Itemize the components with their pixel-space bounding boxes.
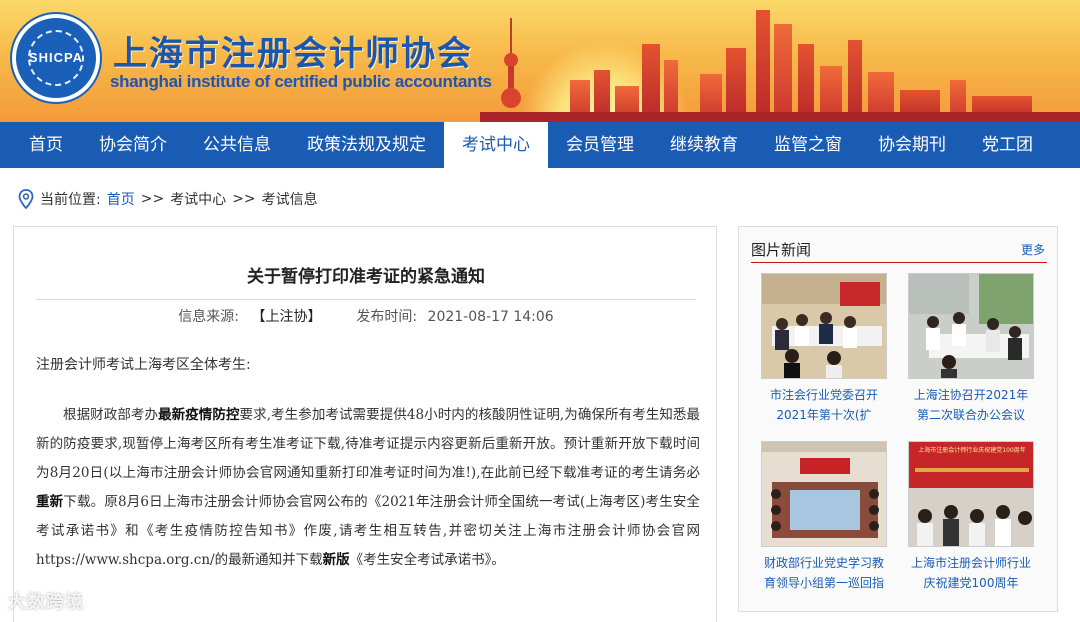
photo-banner-text: 上海市注册会计师行业庆祝建党100周年 bbox=[918, 447, 1026, 454]
nav-policy[interactable]: 政策法规及规定 bbox=[289, 122, 444, 168]
nav-membership[interactable]: 会员管理 bbox=[548, 122, 652, 168]
shicpa-logo[interactable]: SHICPA bbox=[12, 14, 100, 102]
article-meta: 信息来源: 【上注协】 发布时间: 2021-08-17 14:06 bbox=[14, 306, 716, 326]
site-subtitle: shanghai institute of certified public a… bbox=[110, 72, 492, 91]
news-card-1[interactable]: 市注会行业党委召开2021年第十次(扩 bbox=[761, 273, 889, 425]
breadcrumb-exam-center[interactable]: 考试中心 bbox=[170, 189, 226, 209]
news-caption-2[interactable]: 上海注协召开2021年第二次联合办公会议 bbox=[908, 385, 1034, 425]
nav-home[interactable]: 首页 bbox=[11, 122, 81, 168]
news-card-4[interactable]: 上海市注册会计师行业庆祝建党100周年 上海市注册会计师行业庆祝建党100周年 bbox=[908, 441, 1036, 593]
meeting-photo-image bbox=[909, 274, 1033, 378]
body-bold-3: 新版 bbox=[322, 552, 350, 568]
nav-supervision[interactable]: 监管之窗 bbox=[756, 122, 860, 168]
article-panel: 关于暂停打印准考证的紧急通知 信息来源: 【上注协】 发布时间: 2021-08… bbox=[13, 226, 717, 622]
logo-text: SHICPA bbox=[28, 50, 84, 65]
breadcrumb-home-link[interactable]: 首页 bbox=[107, 189, 135, 209]
site-title: 上海市注册会计师协会 bbox=[113, 34, 473, 74]
body-text-4: 《考生安全考试承诺书》。 bbox=[349, 552, 505, 568]
meeting-photo-image bbox=[762, 442, 886, 546]
news-card-3[interactable]: 财政部行业党史学习教育领导小组第一巡回指 bbox=[761, 441, 889, 593]
breadcrumb: 当前位置: 首页 >> 考试中心 >> 考试信息 bbox=[18, 188, 318, 210]
location-pin-icon bbox=[18, 189, 34, 209]
news-photo-2[interactable] bbox=[908, 273, 1034, 379]
picture-news-header: 图片新闻 更多 bbox=[751, 239, 1047, 263]
meeting-photo-image bbox=[762, 274, 886, 378]
article-title: 关于暂停打印准考证的紧急通知 bbox=[247, 267, 485, 287]
date-label: 发布时间: bbox=[356, 309, 418, 325]
news-caption-3[interactable]: 财政部行业党史学习教育领导小组第一巡回指 bbox=[761, 553, 887, 593]
body-text-1: 根据财政部考办 bbox=[63, 407, 159, 423]
breadcrumb-prefix: 当前位置: bbox=[40, 192, 101, 208]
news-caption-1[interactable]: 市注会行业党委召开2021年第十次(扩 bbox=[761, 385, 887, 425]
title-divider bbox=[36, 299, 696, 300]
nav-about[interactable]: 协会简介 bbox=[81, 122, 185, 168]
breadcrumb-exam-info[interactable]: 考试信息 bbox=[262, 189, 318, 209]
picture-news-panel: 图片新闻 更多 市注会行业党委召开2021年第十次(扩 上海注协召开2021年第… bbox=[738, 226, 1058, 612]
news-caption-4[interactable]: 上海市注册会计师行业庆祝建党100周年 bbox=[908, 553, 1034, 593]
source-value: 【上注协】 bbox=[251, 309, 322, 325]
header-banner: SHICPA 上海市注册会计师协会 shanghai institute of … bbox=[0, 0, 1080, 122]
nav-journal[interactable]: 协会期刊 bbox=[860, 122, 964, 168]
nav-party[interactable]: 党工团 bbox=[964, 122, 1051, 168]
body-bold-2: 重新 bbox=[36, 494, 64, 510]
date-value: 2021-08-17 14:06 bbox=[427, 309, 554, 325]
nav-education[interactable]: 继续教育 bbox=[652, 122, 756, 168]
news-photo-4[interactable]: 上海市注册会计师行业庆祝建党100周年 bbox=[908, 441, 1034, 547]
more-link[interactable]: 更多 bbox=[1021, 241, 1045, 258]
nav-public-info[interactable]: 公共信息 bbox=[185, 122, 289, 168]
picture-news-title: 图片新闻 bbox=[751, 241, 812, 259]
news-photo-3[interactable] bbox=[761, 441, 887, 547]
article-body: 根据财政部考办最新疫情防控要求,考生参加考试需要提供48小时内的核酸阴性证明,为… bbox=[36, 401, 700, 575]
breadcrumb-separator: >> bbox=[232, 191, 256, 207]
source-label: 信息来源: bbox=[178, 309, 239, 325]
body-bold-1: 最新疫情防控 bbox=[158, 407, 240, 423]
city-skyline-illustration bbox=[480, 10, 1080, 122]
watermark-logo: 大数跨境 bbox=[8, 592, 84, 613]
news-card-2[interactable]: 上海注协召开2021年第二次联合办公会议 bbox=[908, 273, 1036, 425]
salutation: 注册会计师考试上海考区全体考生: bbox=[36, 357, 251, 373]
nav-exam-center[interactable]: 考试中心 bbox=[444, 122, 548, 168]
breadcrumb-separator: >> bbox=[140, 191, 165, 207]
main-nav: 首页 协会简介 公共信息 政策法规及规定 考试中心 会员管理 继续教育 监管之窗… bbox=[0, 122, 1080, 168]
news-photo-1[interactable] bbox=[761, 273, 887, 379]
